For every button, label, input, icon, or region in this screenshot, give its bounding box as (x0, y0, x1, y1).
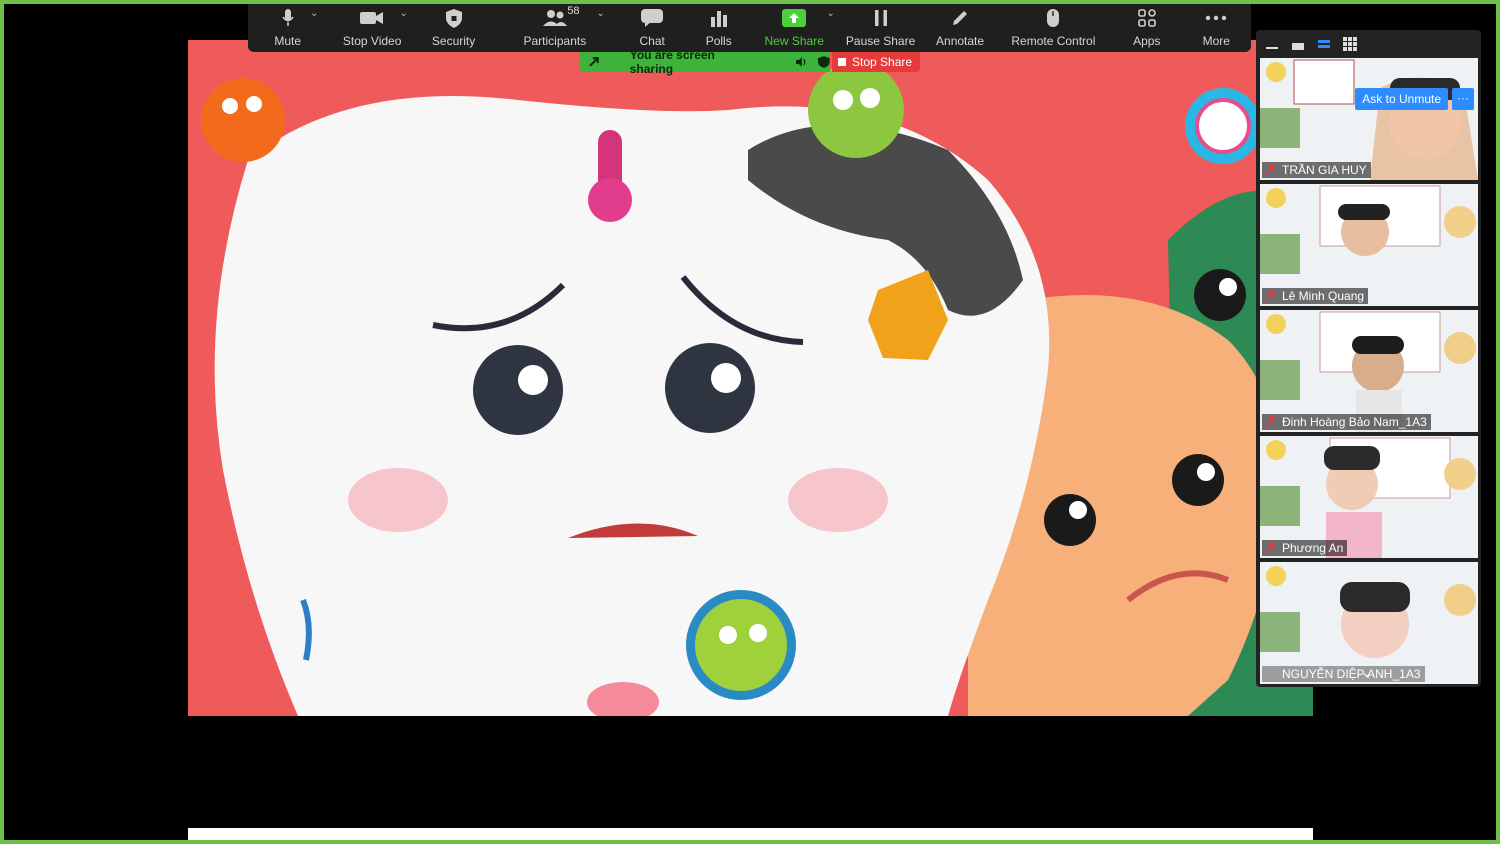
tile-more-options-button[interactable]: ··· (1452, 88, 1474, 110)
mute-button[interactable]: ⌄ Mute (248, 0, 327, 52)
pause-share-label: Pause Share (845, 34, 916, 48)
security-label: Security (431, 34, 476, 48)
scroll-down-chevron-icon[interactable]: ⌄ (1361, 664, 1373, 681)
polls-button[interactable]: Polls (685, 0, 753, 52)
new-share-button[interactable]: ⌄ New Share (752, 0, 835, 52)
participant-gallery-panel: Ask to Unmute ··· TRẦN GIA HUY Lê Minh Q… (1256, 30, 1481, 687)
participant-name: Lê Minh Quang (1282, 289, 1365, 303)
participant-name-label: Lê Minh Quang (1262, 288, 1369, 304)
more-label: More (1202, 34, 1230, 48)
participant-video-tile[interactable]: Lê Minh Quang (1260, 184, 1478, 306)
speaker-icon[interactable] (795, 56, 807, 68)
participant-name-label: Phương An (1262, 540, 1348, 556)
annotate-button[interactable]: Annotate (925, 0, 995, 52)
chat-bubble-icon (641, 8, 664, 28)
mute-label: Mute (274, 34, 302, 48)
grid-view-icon[interactable] (1342, 37, 1358, 51)
participants-label: Participants (523, 34, 587, 48)
apps-icon (1137, 8, 1156, 28)
bar-chart-icon (710, 8, 728, 28)
screen-sharing-banner[interactable]: You are screen sharing (580, 48, 830, 76)
mute-options-chevron-icon[interactable]: ⌄ (310, 8, 318, 19)
pencil-icon (951, 8, 969, 28)
meeting-toolbar: ⌄ Mute ⌄ Stop Video Security 58 ⌄ Partic… (248, 0, 1251, 52)
muted-mic-icon (1266, 290, 1276, 302)
slide-bottom-strip (188, 828, 1313, 840)
participant-name: Đinh Hoàng Bảo Nam_1A3 (1282, 415, 1427, 429)
participants-options-chevron-icon[interactable]: ⌄ (596, 8, 604, 19)
participant-name-label: Đinh Hoàng Bảo Nam_1A3 (1262, 414, 1431, 430)
microphone-icon (281, 8, 295, 28)
pause-icon (874, 8, 888, 28)
annotate-label: Annotate (936, 34, 985, 48)
stop-square-icon (838, 58, 846, 66)
speaker-view-icon[interactable] (1290, 37, 1306, 51)
participant-video-tile[interactable]: Ask to Unmute ··· TRẦN GIA HUY (1260, 58, 1478, 180)
ask-to-unmute-button[interactable]: Ask to Unmute (1355, 88, 1448, 110)
polls-label: Polls (705, 34, 732, 48)
participant-name: TRẦN GIA HUY (1282, 163, 1367, 177)
more-dots-icon (1205, 8, 1227, 28)
participant-name-label: NGUYỄN DIỆP ANH_1A3 (1262, 666, 1425, 682)
chat-button[interactable]: Chat (619, 0, 685, 52)
more-button[interactable]: More (1182, 0, 1252, 52)
video-camera-icon (360, 8, 384, 28)
participants-button[interactable]: 58 ⌄ Participants (490, 0, 619, 52)
apps-button[interactable]: Apps (1112, 0, 1182, 52)
apps-label: Apps (1133, 34, 1161, 48)
security-button[interactable]: Security (417, 0, 490, 52)
security-shield-icon[interactable] (818, 56, 830, 68)
participant-name: NGUYỄN DIỆP ANH_1A3 (1282, 667, 1421, 681)
chat-label: Chat (639, 34, 665, 48)
tooth-cartoon-illustration (188, 40, 1313, 716)
muted-mic-icon (1266, 542, 1276, 554)
share-screen-up-arrow-icon (782, 8, 807, 28)
mouse-icon (1046, 8, 1060, 28)
shield-icon (445, 8, 462, 28)
participants-count-badge: 58 (567, 5, 580, 17)
muted-mic-icon (1266, 416, 1276, 428)
stop-video-button[interactable]: ⌄ Stop Video (327, 0, 416, 52)
remote-control-button[interactable]: Remote Control (995, 0, 1112, 52)
participant-video-tile[interactable]: Đinh Hoàng Bảo Nam_1A3 (1260, 310, 1478, 432)
participant-name: Phương An (1282, 541, 1344, 555)
stop-share-button[interactable]: Stop Share (832, 52, 920, 72)
gallery-view-controls (1256, 30, 1481, 58)
participant-name-label: TRẦN GIA HUY (1262, 162, 1371, 178)
new-share-label: New Share (764, 34, 824, 48)
video-options-chevron-icon[interactable]: ⌄ (399, 8, 407, 19)
participant-video-tile[interactable]: Phương An (1260, 436, 1478, 558)
muted-mic-icon (1266, 164, 1276, 176)
pause-share-button[interactable]: Pause Share (836, 0, 925, 52)
participants-icon (542, 8, 568, 28)
sharing-status-text: You are screen sharing (629, 48, 715, 76)
minimize-view-icon[interactable] (1264, 37, 1280, 51)
remote-control-label: Remote Control (1011, 34, 1096, 48)
share-options-chevron-icon[interactable]: ⌄ (826, 8, 834, 19)
shared-screen (188, 40, 1313, 716)
sharing-arrow-icon (589, 57, 599, 67)
stop-video-label: Stop Video (342, 34, 402, 48)
strip-view-icon[interactable] (1316, 37, 1332, 51)
stop-share-label: Stop Share (852, 55, 913, 69)
